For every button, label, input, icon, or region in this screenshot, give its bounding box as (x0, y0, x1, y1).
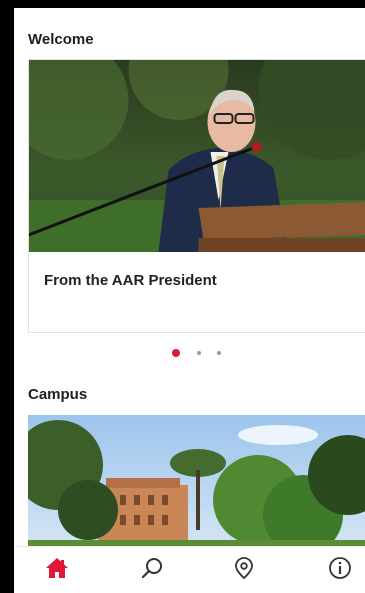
pager-dots[interactable] (14, 344, 365, 362)
president-photo (29, 60, 365, 252)
section-title-campus: Campus (28, 386, 88, 403)
tab-bar (14, 546, 365, 593)
tab-info[interactable] (327, 556, 353, 585)
map-pin-icon (233, 556, 255, 585)
tab-search[interactable] (139, 557, 165, 583)
welcome-card[interactable]: From the AAR President (28, 59, 365, 333)
pager-dot[interactable] (196, 350, 201, 355)
tab-home[interactable] (44, 557, 70, 583)
section-title-welcome: Welcome (28, 31, 94, 48)
pager-dot-active[interactable] (172, 348, 181, 357)
campus-photo[interactable] (28, 415, 365, 555)
tab-map[interactable] (231, 556, 257, 585)
app-screen: Welcome From the AAR President Campus (14, 8, 365, 593)
search-icon (140, 556, 164, 585)
pager-dot[interactable] (216, 350, 221, 355)
info-icon (328, 556, 352, 585)
card-caption: From the AAR President (44, 272, 217, 289)
home-icon (45, 557, 69, 584)
